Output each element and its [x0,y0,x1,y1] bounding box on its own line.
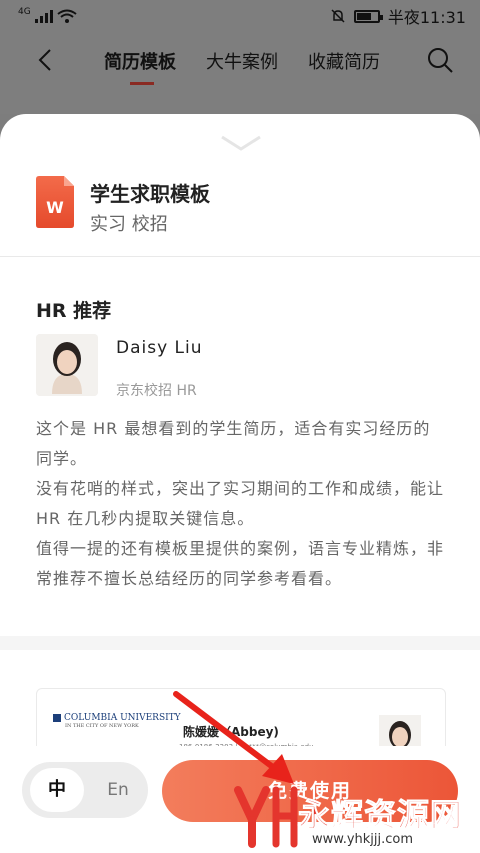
battery-icon [353,9,383,23]
language-toggle[interactable]: 中 En [22,762,148,818]
network-type: 4G [18,7,31,17]
divider [0,256,480,257]
search-icon[interactable] [426,46,454,74]
section-separator [0,636,480,650]
crest-icon [53,713,61,722]
template-tags: 实习 校招 [90,214,168,235]
signal-icon [34,9,53,23]
back-icon[interactable] [34,48,58,72]
university-logo: COLUMBIA UNIVERSITY IN THE CITY OF NEW Y… [53,713,181,729]
hr-name: Daisy Liu [116,338,203,358]
tab-bar: 简历模板 大牛案例 收藏简历 [104,48,380,85]
hr-recommendation-text: 这个是 HR 最想看到的学生简历，适合有实习经历的同学。 没有花哨的样式，突出了… [36,414,446,594]
watermark-url: www.yhkjjj.com [312,832,414,847]
tab-saved-resumes[interactable]: 收藏简历 [308,48,380,74]
top-nav: 简历模板 大牛案例 收藏简历 [0,32,480,114]
hr-section-title: HR 推荐 [36,300,112,322]
status-bar: 4G 半夜11:31 [0,0,480,32]
document-icon: W [36,176,74,228]
watermark-text: 永辉资源网 [297,796,464,835]
clock: 半夜11:31 [387,8,466,27]
university-subtitle: IN THE CITY OF NEW YORK [65,723,139,729]
template-header: W 学生求职模板 实习 校招 [36,176,456,236]
collapse-chevron-icon[interactable] [220,134,262,152]
template-title: 学生求职模板 [90,182,210,206]
tab-resume-templates[interactable]: 简历模板 [104,48,176,85]
university-name: COLUMBIA UNIVERSITY [64,713,181,723]
lang-chinese-option[interactable]: 中 [30,768,84,812]
hr-role: 京东校招 HR [116,383,197,399]
recommendation-paragraph: 这个是 HR 最想看到的学生简历，适合有实习经历的同学。 [36,419,431,468]
wifi-icon [57,9,77,23]
lang-english-option[interactable]: En [98,768,138,812]
recommendation-paragraph: 没有花哨的样式，突出了实习期间的工作和成绩，能让 HR 在几秒内提取关键信息。 [36,479,445,528]
recommendation-paragraph: 值得一提的还有模板里提供的案例，语言专业精炼，非常推荐不擅长总结经历的同学参考看… [36,539,445,588]
mute-bell-icon [331,9,345,23]
hr-avatar [36,334,98,396]
document-icon-letter: W [46,198,64,217]
tab-expert-cases[interactable]: 大牛案例 [206,48,278,74]
